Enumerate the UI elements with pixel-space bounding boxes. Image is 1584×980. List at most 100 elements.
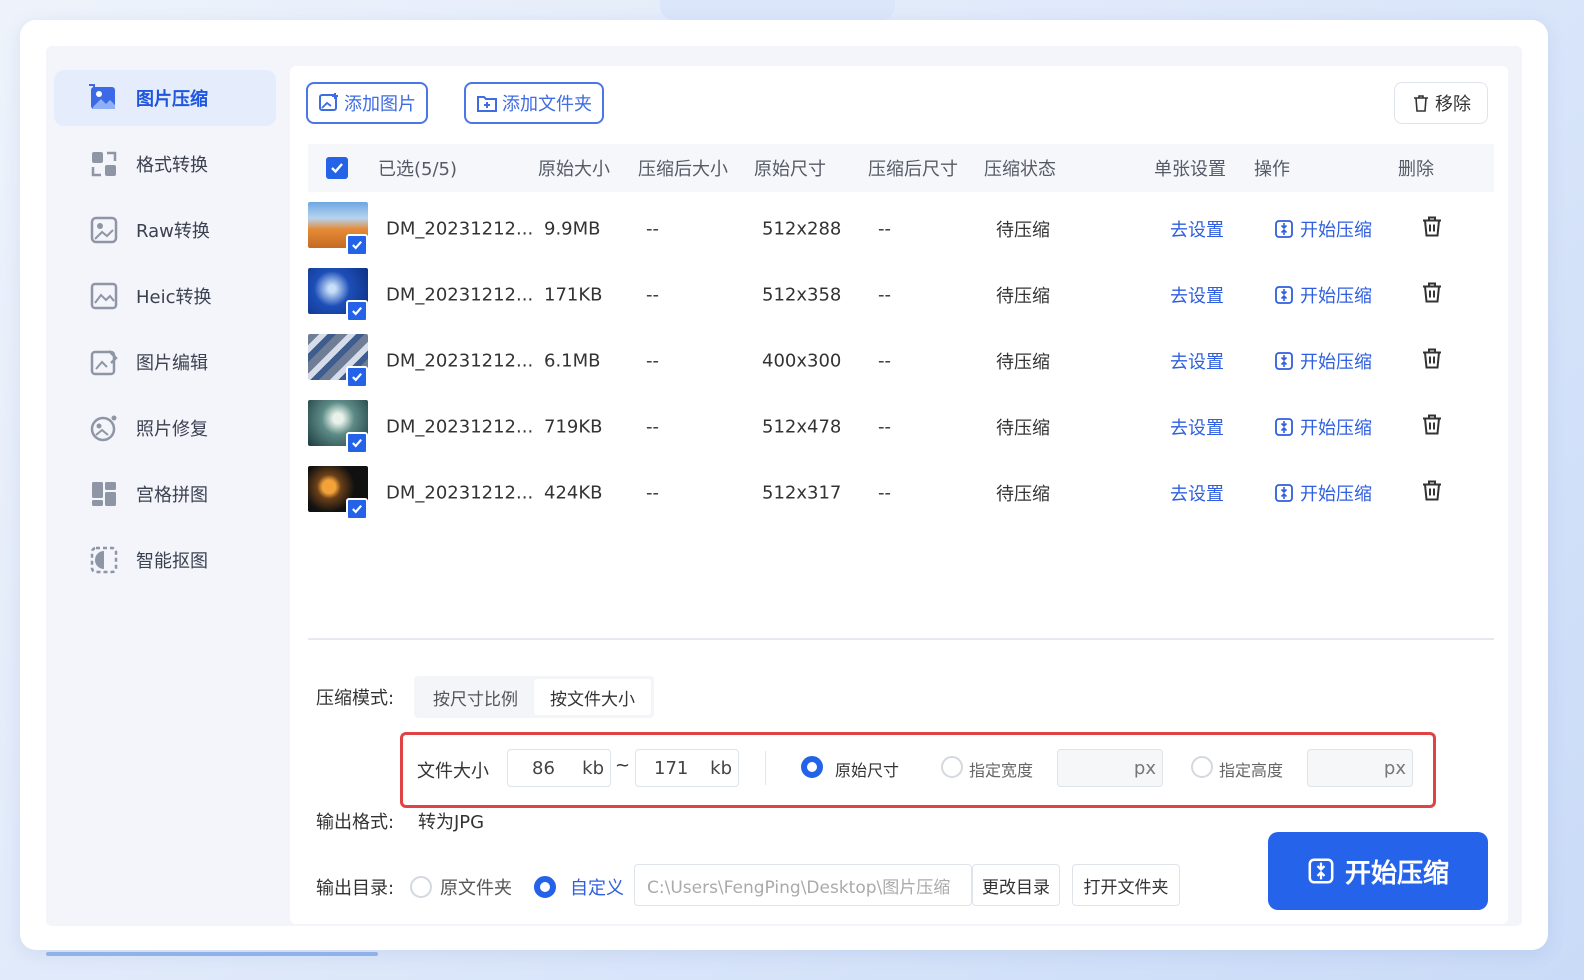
start-compress-link[interactable]: 开始压缩 [1274, 348, 1372, 374]
status: 待压缩 [996, 286, 1050, 307]
delete-icon[interactable] [1420, 215, 1444, 244]
trash-icon [1414, 95, 1428, 112]
thumbnail [308, 466, 368, 520]
mode-by-ratio-tab[interactable]: 按尺寸比例 [417, 679, 534, 715]
output-path-input[interactable]: C:\Users\FengPing\Desktop\图片压缩 [634, 864, 972, 906]
sidebar-item-label: 宫格拼图 [136, 485, 208, 506]
settings-link[interactable]: 去设置 [1170, 348, 1224, 374]
start-compress-link[interactable]: 开始压缩 [1274, 414, 1372, 440]
sidebar-item-grid-collage[interactable]: 宫格拼图 [54, 466, 276, 522]
orig-dim: 512x317 [762, 482, 842, 504]
table-row: DM_20231212... 9.9MB -- 512x288 -- 待压缩 去… [308, 196, 1494, 262]
unit-px: px [1383, 757, 1406, 779]
delete-icon[interactable] [1420, 281, 1444, 310]
add-image-button[interactable]: 添加图片 [306, 82, 428, 124]
header-selected: 已选(5/5) [378, 159, 458, 180]
comp-dim: -- [878, 482, 891, 504]
sidebar-item-photo-repair[interactable]: 照片修复 [54, 400, 276, 456]
row-checkbox[interactable] [346, 432, 368, 454]
sidebar-item-label: 图片编辑 [136, 353, 208, 374]
thumbnail [308, 202, 368, 256]
sidebar-item-image-compress[interactable]: 图片压缩 [54, 70, 276, 126]
main-panel: 添加图片 添加文件夹 移除 已选(5/5) 原始大小 压缩后大小 原始尺寸 压缩… [290, 66, 1508, 924]
image-compress-icon [88, 82, 120, 114]
status: 待压缩 [996, 418, 1050, 439]
change-dir-button[interactable]: 更改目录 [972, 864, 1060, 906]
header-orig-size: 原始大小 [538, 159, 610, 180]
sidebar-item-smart-cutout[interactable]: 智能抠图 [54, 532, 276, 588]
min-size-input[interactable]: 86 kb [507, 749, 611, 787]
unit-px: px [1133, 757, 1156, 779]
radio-specify-height[interactable] [1191, 756, 1213, 778]
radio-specify-width[interactable] [941, 756, 963, 778]
comp-size: -- [646, 284, 659, 306]
header-orig-dim: 原始尺寸 [754, 159, 826, 180]
range-tilde: ~ [615, 755, 631, 776]
raw-icon [88, 214, 120, 246]
comp-size: -- [646, 350, 659, 372]
start-compress-label: 开始压缩 [1300, 484, 1372, 505]
row-checkbox[interactable] [346, 498, 368, 520]
check-icon [352, 306, 362, 316]
thumbnail [308, 400, 368, 454]
settings-link[interactable]: 去设置 [1170, 414, 1224, 440]
radio-custom-folder[interactable] [534, 876, 556, 898]
start-compress-link[interactable]: 开始压缩 [1274, 480, 1372, 506]
comp-dim: -- [878, 218, 891, 240]
comp-size: -- [646, 482, 659, 504]
row-checkbox[interactable] [346, 366, 368, 388]
output-format-value[interactable]: 转为JPG [418, 808, 484, 834]
settings-link[interactable]: 去设置 [1170, 480, 1224, 506]
open-folder-button[interactable]: 打开文件夹 [1072, 864, 1180, 906]
status: 待压缩 [996, 220, 1050, 241]
comp-dim: -- [878, 284, 891, 306]
start-compress-link[interactable]: 开始压缩 [1274, 216, 1372, 242]
start-compress-button[interactable]: 开始压缩 [1268, 832, 1488, 910]
max-size-value: 171 [654, 757, 689, 779]
settings-link[interactable]: 去设置 [1170, 216, 1224, 242]
check-icon [352, 504, 362, 514]
remove-button[interactable]: 移除 [1394, 82, 1488, 124]
size-options-panel: 文件大小 86 kb ~ 171 kb 原始尺寸 指定宽度 px 指定高度 px [400, 732, 1436, 808]
sidebar-item-format-convert[interactable]: 格式转换 [54, 136, 276, 192]
header-delete: 删除 [1398, 159, 1434, 180]
orig-size: 719KB [544, 416, 603, 438]
file-name: DM_20231212... [386, 416, 534, 438]
max-size-input[interactable]: 171 kb [635, 749, 739, 787]
orig-size: 6.1MB [544, 350, 601, 372]
sidebar-item-heic-convert[interactable]: Heic转换 [54, 268, 276, 324]
delete-icon[interactable] [1420, 479, 1444, 508]
compress-icon [1275, 418, 1293, 436]
divider [308, 638, 1494, 640]
row-checkbox[interactable] [346, 234, 368, 256]
add-folder-button[interactable]: 添加文件夹 [464, 82, 604, 124]
check-icon [331, 163, 343, 174]
status: 待压缩 [996, 352, 1050, 373]
original-folder-label: 原文件夹 [440, 878, 512, 899]
comp-size: -- [646, 416, 659, 438]
radio-original-folder[interactable] [410, 876, 432, 898]
orig-dim: 512x478 [762, 416, 842, 438]
original-size-label: 原始尺寸 [835, 761, 900, 780]
row-checkbox[interactable] [346, 300, 368, 322]
file-name: DM_20231212... [386, 218, 534, 240]
width-input[interactable]: px [1057, 749, 1163, 787]
height-input[interactable]: px [1307, 749, 1413, 787]
select-all-checkbox[interactable] [326, 157, 348, 179]
delete-icon[interactable] [1420, 413, 1444, 442]
sidebar-item-label: 照片修复 [136, 419, 208, 440]
start-compress-link[interactable]: 开始压缩 [1274, 282, 1372, 308]
sidebar-item-image-edit[interactable]: 图片编辑 [54, 334, 276, 390]
comp-dim: -- [878, 350, 891, 372]
sidebar-item-raw-convert[interactable]: Raw转换 [54, 202, 276, 258]
delete-icon[interactable] [1420, 347, 1444, 376]
orig-dim: 512x288 [762, 218, 842, 240]
mode-by-size-tab[interactable]: 按文件大小 [534, 679, 651, 715]
sidebar-item-label: Heic转换 [136, 287, 212, 308]
check-icon [352, 372, 362, 382]
radio-original-size[interactable] [801, 756, 823, 778]
add-folder-label: 添加文件夹 [502, 94, 592, 115]
settings-link[interactable]: 去设置 [1170, 282, 1224, 308]
unit-kb: kb [582, 757, 604, 779]
separator [765, 751, 766, 785]
